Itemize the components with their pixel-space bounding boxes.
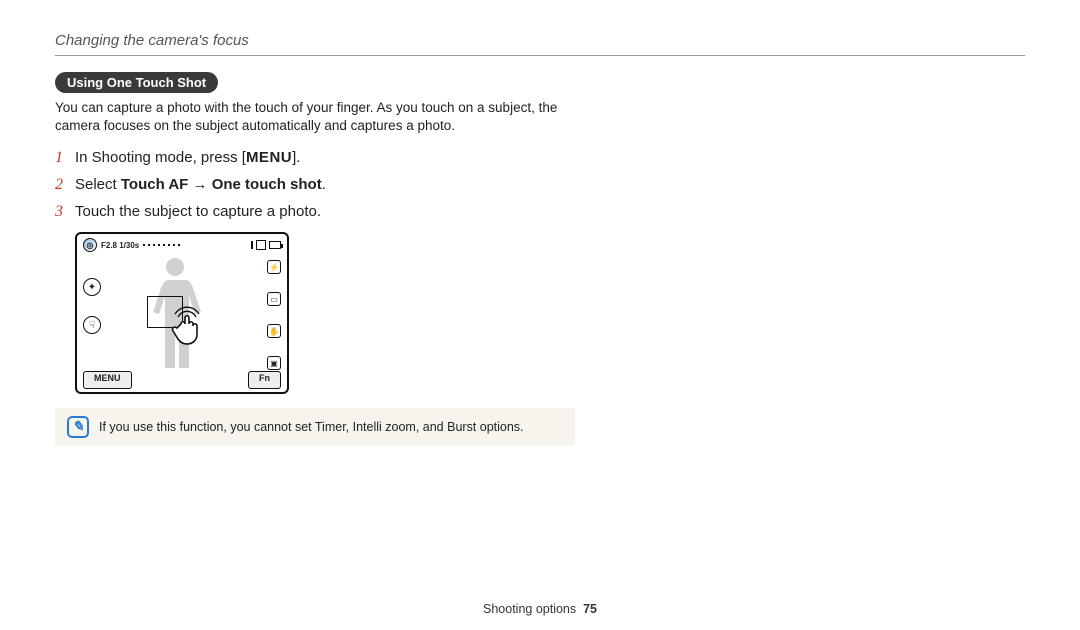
cam-fn-button: Fn [248, 371, 281, 389]
steps-list: In Shooting mode, press [MENU]. Select T… [55, 147, 1025, 222]
footer-label: Shooting options [483, 602, 576, 616]
camera-screen-illustration: ◎ F2.8 1/30s ✦ ☟ ⚡ ▭ ✋ ▣ [75, 232, 289, 394]
touch-hand-icon [167, 304, 211, 348]
camera-bottom-bar: MENU Fn [83, 371, 281, 389]
camera-top-bar: ◎ F2.8 1/30s [83, 238, 281, 252]
flash-icon: ⚡ [267, 260, 281, 274]
intro-text: You can capture a photo with the touch o… [55, 99, 575, 135]
page-footer: Shooting options 75 [0, 602, 1080, 616]
metering-icon: ▣ [267, 356, 281, 370]
menu-glyph: MENU [246, 149, 292, 166]
page-header: Changing the camera's focus [55, 32, 1025, 56]
step2-touchaf: Touch AF [121, 176, 189, 193]
battery-icon [269, 241, 281, 249]
step1-post: ]. [292, 149, 300, 166]
camera-left-icons: ✦ ☟ [83, 278, 101, 334]
step2-onetouch: One touch shot [212, 176, 322, 193]
cam-menu-button: MENU [83, 371, 132, 389]
stabilizer-icon: ✋ [267, 324, 281, 338]
step1-pre: In Shooting mode, press [ [75, 149, 246, 166]
sd-card-icon [256, 240, 266, 250]
footer-page-number: 75 [583, 602, 597, 616]
note-text: If you use this function, you cannot set… [99, 420, 524, 434]
ev-scale-icon [143, 241, 183, 249]
note-icon: ✎ [67, 416, 89, 438]
smart-mode-icon: ✦ [83, 278, 101, 296]
step2-pre: Select [75, 176, 121, 193]
camera-right-icons: ⚡ ▭ ✋ ▣ [267, 260, 281, 370]
step-3: Touch the subject to capture a photo. [55, 201, 1025, 222]
arrow-icon: → [188, 176, 211, 193]
touch-icon: ☟ [83, 316, 101, 334]
section-pill: Using One Touch Shot [55, 72, 218, 93]
step2-post: . [322, 176, 326, 193]
indicator-dot [251, 241, 253, 249]
size-icon: ▭ [267, 292, 281, 306]
mode-icon: ◎ [83, 238, 97, 252]
step-1: In Shooting mode, press [MENU]. [55, 147, 1025, 168]
note-box: ✎ If you use this function, you cannot s… [55, 408, 575, 446]
aperture-shutter-label: F2.8 1/30s [101, 241, 139, 250]
step-2: Select Touch AF → One touch shot. [55, 174, 1025, 195]
